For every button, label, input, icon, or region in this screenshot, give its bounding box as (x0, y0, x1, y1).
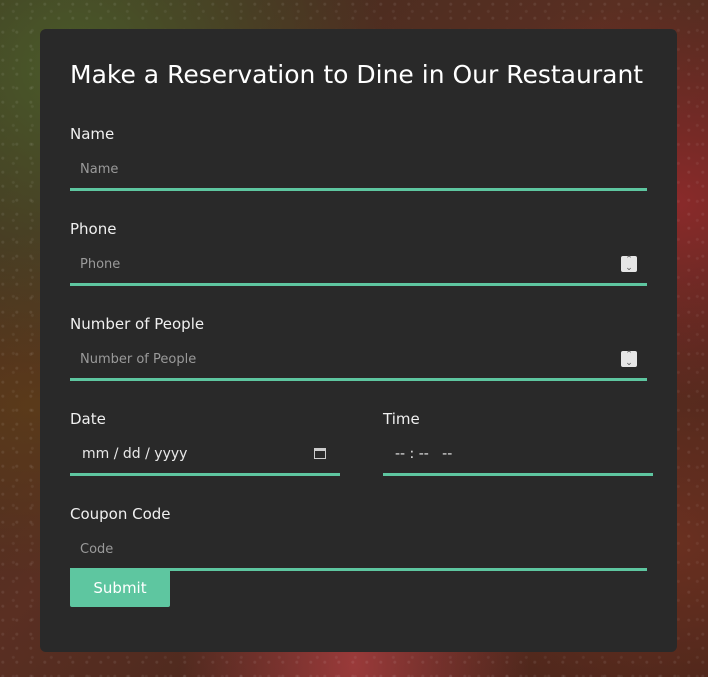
people-group: Number of People Number of People ⌃ ⌄ (70, 314, 647, 381)
submit-button[interactable]: Submit (70, 569, 170, 607)
people-stepper-icon[interactable]: ⌃ ⌄ (621, 351, 637, 368)
phone-stepper-icon[interactable]: ⌃ ⌄ (621, 256, 637, 273)
people-label: Number of People (70, 315, 205, 333)
coupon-group: Coupon Code Code (70, 504, 647, 571)
reservation-form: Make a Reservation to Dine in Our Restau… (40, 29, 677, 652)
time-input[interactable]: -- : -- -- (383, 437, 653, 476)
coupon-placeholder: Code (80, 542, 114, 557)
date-label: Date (70, 410, 106, 428)
name-input[interactable]: Name (70, 152, 647, 191)
date-time-row: Date mm / dd / yyyy Time -- : -- -- (70, 409, 653, 476)
name-group: Name Name (70, 124, 647, 191)
phone-input[interactable]: Phone ⌃ ⌄ (70, 247, 647, 286)
coupon-input[interactable]: Code (70, 532, 647, 571)
people-input[interactable]: Number of People ⌃ ⌄ (70, 342, 647, 381)
date-input[interactable]: mm / dd / yyyy (70, 437, 340, 476)
date-value: mm / dd / yyyy (82, 446, 188, 462)
phone-placeholder: Phone (80, 257, 121, 272)
name-label: Name (70, 125, 115, 143)
time-group: Time -- : -- -- (383, 409, 653, 476)
form-title: Make a Reservation to Dine in Our Restau… (70, 60, 644, 89)
phone-group: Phone Phone ⌃ ⌄ (70, 219, 647, 286)
phone-label: Phone (70, 220, 117, 238)
date-group: Date mm / dd / yyyy (70, 409, 340, 476)
calendar-icon[interactable] (314, 448, 326, 459)
time-value: -- : -- -- (395, 446, 453, 462)
time-label: Time (383, 410, 420, 428)
coupon-label: Coupon Code (70, 505, 171, 523)
people-placeholder: Number of People (80, 352, 197, 367)
name-placeholder: Name (80, 162, 119, 177)
